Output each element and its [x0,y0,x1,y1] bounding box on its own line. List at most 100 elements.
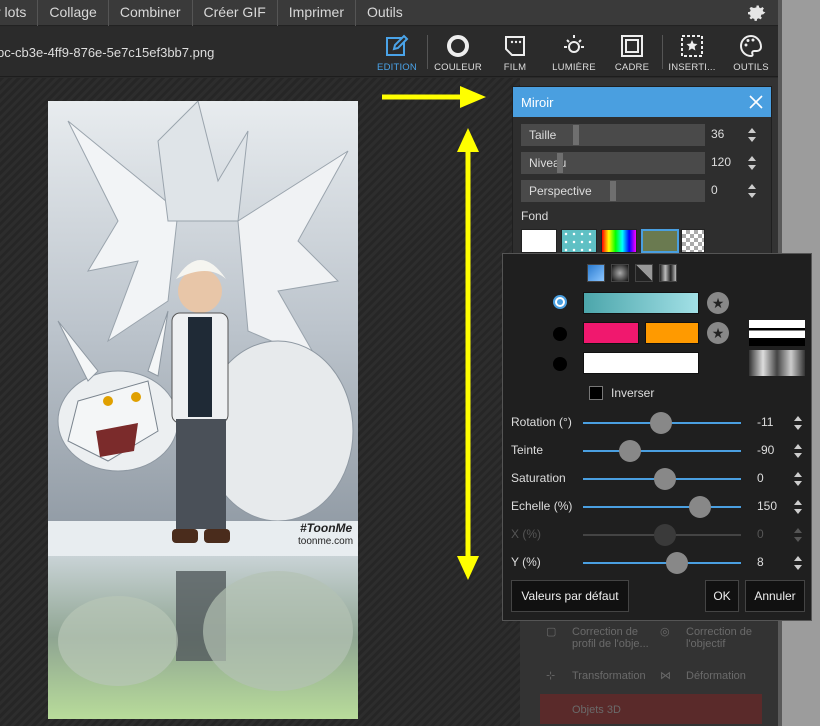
defaults-button[interactable]: Valeurs par défaut [511,580,629,612]
color-stop-orange[interactable] [645,322,699,344]
menu-item-creer-gif[interactable]: Créer GIF [193,0,278,26]
app-window: r lots Collage Combiner Créer GIF Imprim… [0,0,820,726]
annotation-arrow-right [382,86,486,108]
ghost-transformation: Transformation [572,670,646,682]
fond-swatch-dots[interactable] [561,229,597,253]
spinner-icon[interactable] [793,470,803,488]
sun-icon [564,35,584,53]
ghost-lens-correction-l2: l'objectif [686,638,726,650]
gradient-bar-teal[interactable] [583,292,699,314]
slider-value[interactable]: 36 [711,127,724,141]
gradient-popup: ★ ★ Inverser Rotation (°) -11 Teinte -90… [502,253,812,621]
slider-saturation[interactable]: Saturation 0 [503,468,813,490]
spinner-icon [794,528,802,542]
ghost-profile-correction-icon: ▢ [546,626,557,638]
slider-y[interactable]: Y (%) 8 [503,552,813,574]
ghost-profile-correction-l1: Correction de [572,626,639,638]
menu-item-combiner[interactable]: Combiner [109,0,193,26]
annotation-arrow-vertical [457,128,479,580]
gradient-linear-icon[interactable] [587,264,605,282]
watermark-site: toonme.com [298,536,354,547]
tool-outils[interactable]: OUTILS [721,31,781,75]
slider-knob[interactable] [654,468,676,490]
color-stop-pink[interactable] [583,322,639,344]
spinner-icon[interactable] [747,182,757,200]
tool-cadre[interactable]: CADRE [602,31,662,75]
ghost-lens-correction-l1: Correction de [686,626,753,638]
spinner-icon[interactable] [793,498,803,516]
fond-swatch-white[interactable] [521,229,557,253]
fond-swatch-transparent[interactable] [681,229,705,253]
ghost-deform-icon: ⋈ [660,670,671,682]
ghost-objets-3d: Objets 3D [572,704,621,716]
slider-value[interactable]: 120 [711,155,731,169]
film-icon [505,36,525,56]
close-icon[interactable] [749,95,763,109]
menu-item-outils[interactable]: Outils [356,0,414,26]
ghost-lens-icon: ◎ [660,626,670,638]
top-menu-bar: r lots Collage Combiner Créer GIF Imprim… [0,0,778,26]
tool-couleur[interactable]: COULEUR [428,31,488,75]
gradient-radial-icon[interactable] [611,264,629,282]
favorite-star-icon[interactable]: ★ [707,322,729,344]
edited-photo: #ToonMe toonme.com [48,101,358,719]
tool-lumiere[interactable]: LUMIÈRE [544,31,604,75]
miroir-title: Miroir [521,94,554,110]
frame-icon [621,35,643,57]
tool-edition[interactable]: EDITION [367,31,427,75]
menu-item-collage[interactable]: Collage [38,0,109,26]
gradient-radio-3[interactable] [553,357,567,371]
palette-icon [740,34,763,58]
fond-swatch-gradient[interactable] [641,229,679,253]
slider-knob[interactable] [573,125,579,145]
spinner-icon[interactable] [793,414,803,432]
photo-image [48,101,358,719]
ghost-transform-icon: ⊹ [546,670,556,682]
ghost-profile-correction-l2: profil de l'obje... [572,638,649,650]
tool-insertion[interactable]: INSERTI... [662,31,722,75]
cancel-button[interactable]: Annuler [745,580,805,612]
insert-star-icon [681,35,703,57]
ok-button[interactable]: OK [705,580,739,612]
slider-knob[interactable] [557,153,563,173]
gradient-radio-1-selected[interactable] [553,295,567,309]
gear-icon[interactable] [744,1,768,25]
slider-knob[interactable] [650,412,672,434]
ghost-objets-3d-row: Objets 3D [540,694,762,724]
spinner-icon[interactable] [793,554,803,572]
slider-x: X (%) 0 [503,524,813,546]
spinner-icon[interactable] [747,154,757,172]
menu-item-imprimer[interactable]: Imprimer [278,0,356,26]
stripe-preset[interactable] [749,320,805,346]
slider-knob[interactable] [689,496,711,518]
slider-knob[interactable] [610,181,616,201]
fond-label: Fond [521,209,549,223]
slider-knob[interactable] [619,440,641,462]
slider-knob[interactable] [666,552,688,574]
favorite-star-icon[interactable]: ★ [707,292,729,314]
metal-preset[interactable] [749,350,805,376]
gradient-diamond-icon[interactable] [635,264,653,282]
inverser-checkbox[interactable] [589,386,603,400]
slider-knob [654,524,676,546]
miroir-title-bar: Miroir [513,87,771,117]
gradient-reflect-icon[interactable] [659,264,677,282]
watermark-tag: #ToonMe [300,521,353,535]
fond-swatch-rainbow[interactable] [601,229,637,253]
miroir-dialog: Miroir Taille 36 Niveau 120 Perspective … [512,86,772,266]
spinner-icon[interactable] [747,126,757,144]
edit-icon [386,34,409,56]
gradient-bar-white[interactable] [583,352,699,374]
slider-echelle[interactable]: Echelle (%) 150 [503,496,813,518]
color-circle-icon [447,35,469,57]
gradient-radio-2[interactable] [553,327,567,341]
slider-rotation[interactable]: Rotation (°) -11 [503,412,813,434]
spinner-icon[interactable] [793,442,803,460]
slider-value[interactable]: 0 [711,183,718,197]
tool-film[interactable]: FILM [485,31,545,75]
ghost-deformation: Déformation [686,670,746,682]
menu-item-lots[interactable]: r lots [0,0,39,26]
file-name: bc-cb3e-4ff9-876e-5e7c15ef3bb7.png [0,45,215,60]
edit-toolbar: bc-cb3e-4ff9-876e-5e7c15ef3bb7.png EDITI… [0,27,778,77]
slider-teinte[interactable]: Teinte -90 [503,440,813,462]
